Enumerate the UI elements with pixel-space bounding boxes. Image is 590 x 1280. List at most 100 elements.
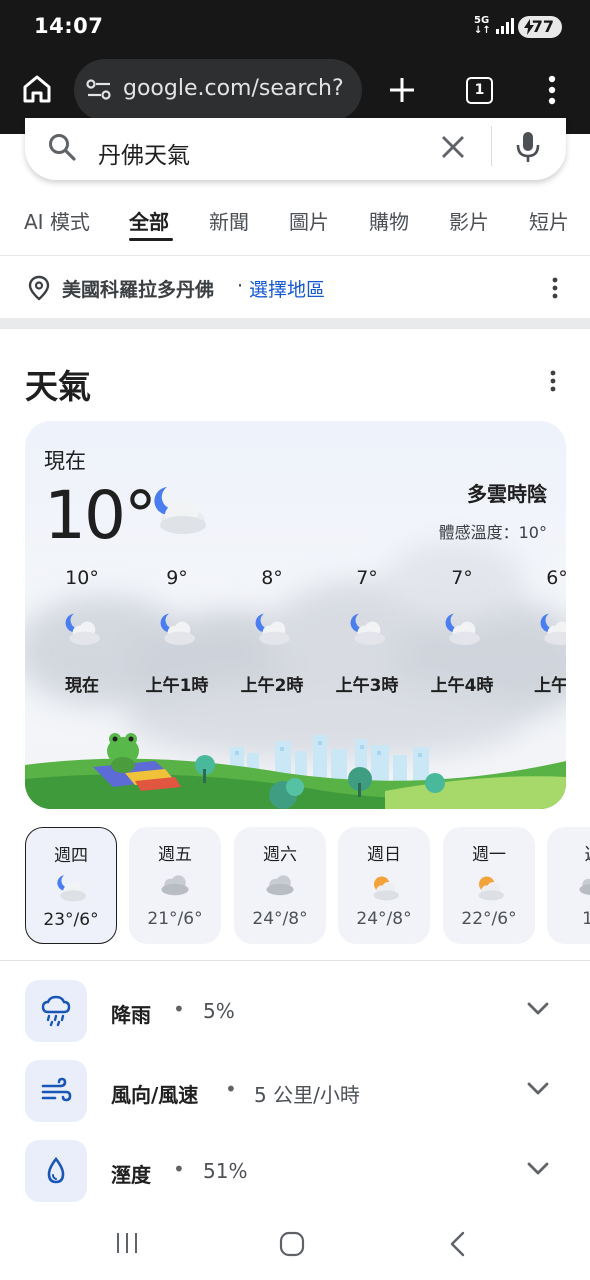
address-bar[interactable]: google.com/search? — [74, 59, 362, 121]
weather-condition: 多雲時陰 — [467, 482, 547, 506]
back-icon[interactable] — [447, 1230, 467, 1258]
browser-menu-icon[interactable] — [548, 75, 556, 105]
hourly-temp: 7° — [451, 567, 473, 589]
clear-icon[interactable] — [440, 134, 466, 160]
partly-sunny-icon — [373, 876, 399, 901]
hourly-time: 上午3時 — [335, 676, 399, 696]
choose-region-link[interactable]: 選擇地區 — [249, 275, 325, 302]
precipitation-label: 降雨 — [111, 1003, 151, 1027]
tab-ai-mode[interactable]: AI 模式 — [24, 206, 90, 235]
daily-day: 週六 — [263, 845, 297, 865]
tab-switcher-button[interactable]: 1 — [466, 77, 493, 104]
search-tabs: AI 模式 全部 新聞 圖片 購物 影片 短片 — [0, 198, 590, 246]
humidity-label: 溼度 — [111, 1163, 151, 1187]
daily-day: 週 — [547, 840, 590, 865]
recent-apps-icon[interactable] — [115, 1231, 139, 1255]
hourly-time: 現在 — [65, 676, 99, 696]
location-separator: · — [237, 275, 244, 297]
weather-section-title: 天氣 — [25, 367, 91, 406]
hourly-temp: 8° — [261, 567, 283, 589]
daily-day: 週日 — [367, 845, 401, 865]
location-more-icon[interactable] — [552, 277, 558, 299]
humidity-badge — [25, 1140, 87, 1202]
location-pin-icon — [28, 275, 50, 301]
hourly-item: 10° 現在 — [34, 567, 130, 696]
wind-icon — [41, 1077, 72, 1102]
system-navigation-bar — [0, 1212, 590, 1280]
daily-item[interactable]: 週五 21°/6° — [129, 827, 221, 944]
hourly-item: 6° 上午5 — [509, 567, 566, 696]
daily-forecast: 週四 23°/6° 週五 21°/6° 週六 24°/8° 週日 24°/8° … — [0, 827, 590, 945]
new-tab-icon[interactable] — [388, 76, 416, 104]
url-text[interactable]: google.com/search? — [123, 76, 344, 101]
tab-short-videos[interactable]: 短片 — [529, 206, 569, 235]
humidity-row[interactable]: 溼度 • 51% — [0, 1140, 590, 1204]
bullet-separator: • — [225, 1077, 237, 1101]
cloudy-night-icon — [160, 613, 195, 645]
signal-icon — [496, 18, 514, 34]
chevron-down-icon[interactable] — [526, 1000, 550, 1016]
cloudy-night-icon — [540, 613, 566, 645]
daily-day: 週五 — [158, 845, 192, 865]
daily-item-selected[interactable]: 週四 23°/6° — [25, 827, 117, 944]
tab-shopping[interactable]: 購物 — [369, 206, 409, 235]
tab-news[interactable]: 新聞 — [209, 206, 249, 235]
daily-day: 週四 — [54, 846, 88, 866]
precipitation-value: 5% — [203, 999, 235, 1023]
partly-sunny-icon — [478, 876, 504, 901]
hourly-time: 上午4時 — [430, 676, 494, 696]
cloudy-night-icon — [445, 613, 480, 645]
tab-videos[interactable]: 影片 — [449, 206, 489, 235]
hourly-temp: 9° — [166, 567, 188, 589]
location-bar: 美國科羅拉多丹佛 · 選擇地區 — [0, 256, 590, 318]
wind-badge — [25, 1060, 87, 1122]
weather-illustration — [25, 733, 566, 809]
hourly-item: 9° 上午1時 — [129, 567, 225, 696]
network-type: 5G — [474, 15, 490, 26]
daily-item[interactable]: 週一 22°/6° — [443, 827, 535, 944]
divider — [0, 960, 590, 961]
daily-temps: 23°/6° — [43, 910, 99, 930]
weather-more-icon[interactable] — [550, 370, 556, 392]
hourly-item: 8° 上午2時 — [224, 567, 320, 696]
daily-temps: 24°/8° — [356, 909, 412, 929]
microphone-icon[interactable] — [515, 130, 541, 164]
bullet-separator: • — [173, 1157, 185, 1181]
daily-day: 週一 — [472, 845, 506, 865]
feels-like-temperature: 體感溫度：10° — [438, 523, 547, 542]
hourly-time: 上午1時 — [145, 676, 209, 696]
bullet-separator: • — [173, 997, 185, 1021]
home-icon[interactable] — [22, 74, 52, 104]
wind-row[interactable]: 風向/風速 • 5 公里/小時 — [0, 1060, 590, 1124]
daily-item[interactable]: 週 14 — [547, 827, 590, 944]
now-label: 現在 — [44, 449, 86, 473]
network-icon: 5G ↓↑ — [474, 15, 491, 36]
chevron-down-icon[interactable] — [526, 1080, 550, 1096]
cloudy-night-icon — [57, 875, 86, 902]
hourly-item: 7° 上午4時 — [414, 567, 510, 696]
weather-card[interactable]: 現在 10° 多雲時陰 體感溫度：10° 10° 現在 9° 上午1時 8° 上… — [25, 421, 566, 809]
location-name: 美國科羅拉多丹佛 — [62, 279, 215, 301]
cloudy-night-icon — [350, 613, 385, 645]
daily-item[interactable]: 週六 24°/8° — [234, 827, 326, 944]
home-button-icon[interactable] — [279, 1231, 305, 1257]
charging-icon — [524, 19, 534, 35]
daily-temps: 22°/6° — [461, 909, 517, 929]
search-query[interactable]: 丹佛天氣 — [98, 136, 190, 170]
wind-label: 風向/風速 — [111, 1083, 199, 1107]
hourly-temp: 7° — [356, 567, 378, 589]
status-time: 14:07 — [34, 14, 104, 38]
hourly-forecast: 10° 現在 9° 上午1時 8° 上午2時 7° 上午3時 7° 上午4時 6… — [25, 567, 566, 717]
tab-images[interactable]: 圖片 — [289, 206, 329, 235]
site-settings-icon[interactable] — [86, 79, 112, 101]
daily-item[interactable]: 週日 24°/8° — [338, 827, 430, 944]
chevron-down-icon[interactable] — [526, 1160, 550, 1176]
cloud-icon — [161, 875, 189, 896]
tab-all[interactable]: 全部 — [129, 206, 169, 235]
search-box[interactable]: 丹佛天氣 — [25, 118, 566, 180]
humidity-value: 51% — [203, 1159, 248, 1183]
precipitation-row[interactable]: 降雨 • 5% — [0, 980, 590, 1044]
daily-temps: 14 — [582, 909, 590, 929]
wind-value: 5 公里/小時 — [254, 1083, 360, 1107]
section-separator — [0, 318, 590, 329]
